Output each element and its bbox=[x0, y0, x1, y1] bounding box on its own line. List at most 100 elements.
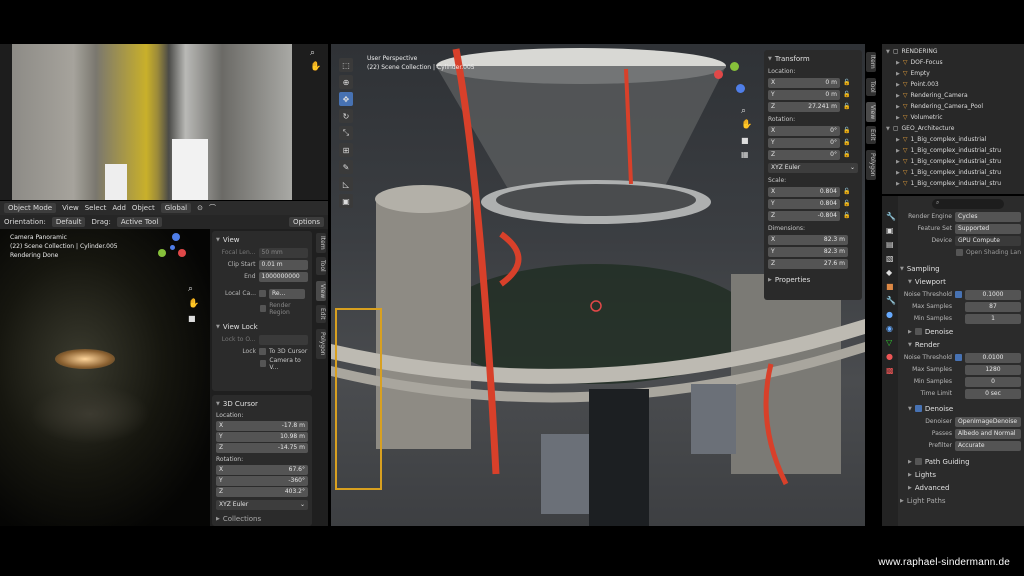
expand-arrow-icon[interactable]: ▶ bbox=[896, 115, 900, 121]
viewport-max-samples-field[interactable]: 87 bbox=[965, 301, 1021, 312]
open-shading-checkbox[interactable] bbox=[956, 249, 963, 256]
pan-hand-icon[interactable]: ✋ bbox=[188, 299, 199, 309]
viewport-nav-gizmo[interactable] bbox=[714, 62, 748, 96]
passes-select[interactable]: Albedo and Normal bbox=[955, 428, 1021, 439]
dimension-y-field[interactable]: Y 82.3 m bbox=[768, 246, 848, 257]
tab-edit[interactable]: Edit bbox=[866, 126, 876, 144]
expand-arrow-icon[interactable]: ▼ bbox=[886, 49, 890, 55]
physics-tab-icon[interactable]: ◉ bbox=[886, 324, 898, 338]
rotate-tool-icon[interactable]: ↻ bbox=[339, 109, 353, 123]
sampling-header[interactable]: ▼ Sampling bbox=[900, 262, 1022, 275]
lock-icon[interactable]: 🔓 bbox=[843, 151, 850, 158]
options-button[interactable]: Options bbox=[288, 217, 324, 227]
clip-end-field[interactable]: 1000000000 bbox=[258, 271, 308, 282]
outliner-item[interactable]: ▶ ▽ 1_Big_complex_industrial_stru bbox=[886, 167, 1020, 178]
transform-orientation-select[interactable]: Global bbox=[160, 203, 192, 213]
dimension-z-field[interactable]: Z 27.6 m bbox=[768, 258, 848, 269]
3d-cursor-header[interactable]: ▼ 3D Cursor bbox=[216, 397, 308, 410]
expand-arrow-icon[interactable]: ▶ bbox=[896, 93, 900, 99]
render-region-checkbox[interactable] bbox=[260, 305, 267, 312]
expand-arrow-icon[interactable]: ▼ bbox=[886, 126, 890, 132]
lock-icon[interactable]: 🔓 bbox=[843, 103, 850, 110]
light-paths-header[interactable]: ▶ Light Paths bbox=[900, 494, 1022, 507]
tab-polygon[interactable]: Polygon bbox=[866, 150, 876, 180]
texture-tab-icon[interactable]: ▩ bbox=[886, 366, 898, 380]
lock-icon[interactable]: 🔓 bbox=[843, 91, 850, 98]
hand-icon[interactable]: ✋ bbox=[310, 62, 321, 72]
scale-y-field[interactable]: Y 0.804 bbox=[768, 198, 840, 209]
view-panel-header[interactable]: ▼ View bbox=[216, 233, 308, 246]
scene-tab-icon[interactable]: ◆ bbox=[886, 268, 898, 282]
cursor-euler-select[interactable]: XYZ Euler ⌄ bbox=[216, 500, 308, 510]
outliner-item[interactable]: ▶ ▽ Rendering_Camera_Pool bbox=[886, 101, 1020, 112]
viewport-noise-checkbox[interactable] bbox=[955, 291, 962, 298]
tab-item[interactable]: Item bbox=[316, 233, 326, 253]
outliner-item[interactable]: ▶ ▽ Empty bbox=[886, 68, 1020, 79]
expand-arrow-icon[interactable]: ▶ bbox=[896, 71, 900, 77]
menu-object[interactable]: Object bbox=[132, 204, 155, 212]
annotate-tool-icon[interactable]: ✎ bbox=[339, 160, 353, 174]
properties-search-input[interactable]: ⌕ bbox=[932, 199, 1004, 209]
dimension-x-field[interactable]: X 82.3 m bbox=[768, 234, 848, 245]
rotation-mode-select[interactable]: XYZ Euler ⌄ bbox=[768, 163, 858, 173]
outliner-item[interactable]: ▶ ▽ 1_Big_complex_industrial bbox=[886, 134, 1020, 145]
viewport-grid-icon[interactable]: ▦ bbox=[741, 150, 749, 159]
viewport-sampling-header[interactable]: ▼ Viewport bbox=[908, 275, 1022, 288]
tab-view[interactable]: View bbox=[866, 102, 876, 123]
viewport-zoom-icon[interactable]: ⌕ bbox=[741, 106, 746, 116]
material-tab-icon[interactable]: ● bbox=[886, 352, 898, 366]
lock-camera-checkbox[interactable] bbox=[260, 360, 267, 367]
collections-header[interactable]: ▶ Collections bbox=[216, 512, 308, 525]
expand-arrow-icon[interactable]: ▶ bbox=[896, 148, 900, 154]
outliner-item[interactable]: ▶ ▽ Volumetric bbox=[886, 112, 1020, 123]
expand-arrow-icon[interactable]: ▶ bbox=[896, 104, 900, 110]
render-min-samples-field[interactable]: 0 bbox=[965, 376, 1021, 387]
camera-render-view[interactable]: Camera Panoramic (22) Scene Collection |… bbox=[0, 229, 210, 526]
measure-tool-icon[interactable]: ◺ bbox=[339, 177, 353, 191]
denoiser-select[interactable]: OpenImageDenoise bbox=[955, 416, 1021, 427]
expand-arrow-icon[interactable]: ▶ bbox=[896, 137, 900, 143]
render-noise-checkbox[interactable] bbox=[955, 354, 962, 361]
menu-add[interactable]: Add bbox=[112, 204, 126, 212]
data-tab-icon[interactable]: ▽ bbox=[886, 338, 898, 352]
particles-tab-icon[interactable]: ● bbox=[886, 310, 898, 324]
lock-icon[interactable]: 🔓 bbox=[843, 188, 850, 195]
outliner-item[interactable]: ▼ ▢ RENDERING bbox=[886, 46, 1020, 57]
scale-z-field[interactable]: Z -0.804 bbox=[768, 210, 840, 221]
menu-view[interactable]: View bbox=[62, 204, 79, 212]
path-guiding-checkbox[interactable] bbox=[914, 458, 922, 465]
focal-length-field[interactable]: 50 mm bbox=[258, 247, 308, 258]
viewport-hand-icon[interactable]: ✋ bbox=[741, 120, 752, 130]
tool-tab-icon[interactable]: 🔧 bbox=[886, 212, 898, 226]
outliner-item[interactable]: ▶ ▽ 1_Big_complex_industrial_stru bbox=[886, 178, 1020, 189]
render-engine-select[interactable]: Cycles bbox=[955, 211, 1021, 222]
cursor-x-field[interactable]: X -17.8 m bbox=[216, 421, 308, 431]
tab-item[interactable]: Item bbox=[866, 52, 876, 72]
lock-icon[interactable]: 🔓 bbox=[843, 200, 850, 207]
snap-icon[interactable]: ⌒ bbox=[209, 203, 216, 213]
menu-select[interactable]: Select bbox=[85, 204, 107, 212]
add-cube-icon[interactable]: ▣ bbox=[339, 194, 353, 208]
lock-icon[interactable]: 🔓 bbox=[843, 139, 850, 146]
output-tab-icon[interactable]: ▤ bbox=[886, 240, 898, 254]
lights-header[interactable]: ▶ Lights bbox=[908, 468, 1022, 481]
tab-tool[interactable]: Tool bbox=[866, 78, 876, 96]
object-mode-select[interactable]: Object Mode bbox=[4, 203, 57, 213]
nav-gizmo[interactable] bbox=[158, 233, 186, 261]
cursor-rx-field[interactable]: X 67.6° bbox=[216, 465, 308, 475]
expand-arrow-icon[interactable]: ▶ bbox=[896, 159, 900, 165]
outliner-item[interactable]: ▶ ▽ Point.003 bbox=[886, 79, 1020, 90]
render-denoise-checkbox[interactable] bbox=[914, 405, 922, 412]
location-z-field[interactable]: Z 27.241 m bbox=[768, 101, 840, 112]
drag-select[interactable]: Active Tool bbox=[116, 217, 163, 227]
expand-arrow-icon[interactable]: ▶ bbox=[896, 181, 900, 187]
object-tab-icon[interactable]: ■ bbox=[886, 282, 898, 296]
time-limit-field[interactable]: 0 sec bbox=[965, 388, 1021, 399]
outliner-item[interactable]: ▶ ▽ 1_Big_complex_industrial_stru bbox=[886, 156, 1020, 167]
tab-edit[interactable]: Edit bbox=[316, 305, 326, 323]
render-tab-icon[interactable]: ▣ bbox=[886, 226, 898, 240]
device-select[interactable]: GPU Compute bbox=[955, 235, 1021, 246]
select-box-icon[interactable]: ⬚ bbox=[339, 58, 353, 72]
transform-tool-icon[interactable]: ⊞ bbox=[339, 143, 353, 157]
rotation-z-field[interactable]: Z 0° bbox=[768, 149, 840, 160]
